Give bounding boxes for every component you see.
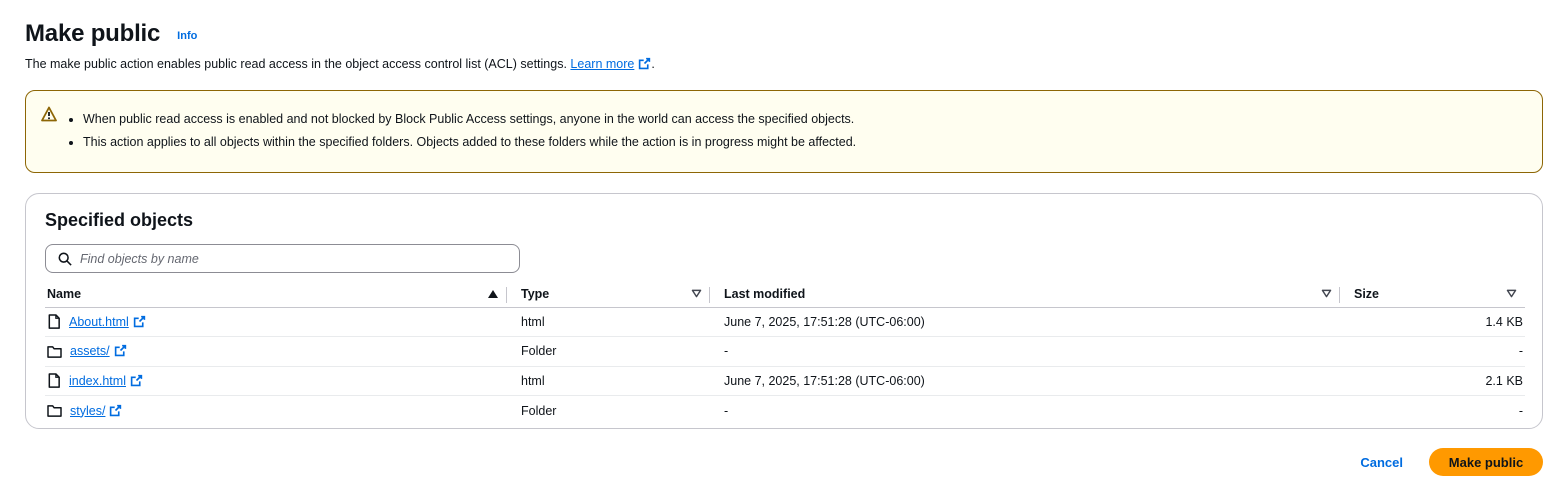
folder-icon — [47, 405, 62, 417]
description-period: . — [651, 57, 655, 71]
external-link-icon — [133, 315, 145, 327]
panel-title: Specified objects — [45, 210, 194, 230]
alert-item: This action applies to all objects withi… — [83, 135, 856, 150]
column-header-name[interactable]: Name — [45, 281, 507, 308]
page-description: The make public action enables public re… — [25, 57, 655, 71]
external-link-icon — [110, 404, 122, 416]
table-row: styles/ Folder - - — [45, 396, 1525, 426]
object-modified: June 7, 2025, 17:51:28 (UTC-06:00) — [710, 307, 1340, 337]
table-row: assets/ Folder - - — [45, 336, 1525, 367]
page-title: Make public — [25, 20, 161, 47]
object-modified: - — [724, 403, 729, 418]
object-link[interactable]: styles/ — [70, 404, 122, 418]
column-header-type[interactable]: Type — [507, 281, 710, 308]
specified-objects-panel: Specified objects Name Type — [25, 193, 1543, 429]
object-size: 1.4 KB — [1340, 307, 1525, 337]
column-label: Name — [47, 286, 82, 301]
sort-ascending-icon — [488, 289, 498, 298]
object-type: html — [507, 307, 710, 337]
object-name: assets/ — [70, 344, 110, 359]
column-label: Size — [1354, 286, 1380, 301]
external-link-icon — [114, 345, 126, 357]
object-link[interactable]: assets/ — [70, 344, 127, 358]
alert-item: When public read access is enabled and n… — [83, 112, 856, 127]
learn-more-link[interactable]: Learn more — [570, 57, 651, 71]
footer-actions: Cancel Make public — [1360, 448, 1543, 476]
table-row: About.html html June 7, 2025, 17:51:28 (… — [45, 307, 1525, 337]
object-type: Folder — [507, 336, 710, 367]
search-input[interactable] — [80, 251, 500, 266]
object-name: About.html — [69, 314, 129, 329]
search-box — [45, 244, 520, 273]
object-type: html — [507, 366, 710, 396]
object-link[interactable]: About.html — [69, 315, 146, 329]
info-link[interactable]: Info — [177, 30, 197, 42]
object-link[interactable]: index.html — [69, 374, 143, 388]
learn-more-label: Learn more — [570, 57, 635, 71]
description-text: The make public action enables public re… — [25, 57, 567, 71]
column-header-last-modified[interactable]: Last modified — [710, 281, 1340, 308]
sort-icon — [691, 289, 702, 298]
table-header-row: Name Type Last modified Size — [45, 281, 1525, 308]
objects-table: Name Type Last modified Size About.html … — [45, 281, 1525, 425]
object-name: styles/ — [70, 403, 106, 418]
sort-icon — [1321, 289, 1332, 298]
warning-icon — [41, 106, 57, 122]
file-icon — [48, 314, 60, 330]
column-label: Last modified — [724, 286, 806, 301]
folder-icon — [47, 345, 62, 358]
object-size: - — [1518, 403, 1523, 418]
object-type: Folder — [521, 403, 557, 418]
object-name: index.html — [69, 373, 126, 388]
alert-list: When public read access is enabled and n… — [83, 112, 856, 158]
sort-icon — [1506, 289, 1517, 298]
object-size: 2.1 KB — [1340, 366, 1525, 396]
external-link-icon — [639, 57, 651, 70]
file-icon — [48, 373, 60, 389]
column-label: Type — [521, 286, 550, 301]
cancel-button[interactable]: Cancel — [1360, 455, 1403, 470]
object-size: - — [1340, 336, 1525, 367]
title-row: Make public Info — [25, 20, 655, 48]
object-modified: June 7, 2025, 17:51:28 (UTC-06:00) — [710, 366, 1340, 396]
table-row: index.html html June 7, 2025, 17:51:28 (… — [45, 366, 1525, 396]
page-header: Make public Info The make public action … — [25, 20, 655, 71]
column-header-size[interactable]: Size — [1340, 281, 1525, 308]
warning-alert: When public read access is enabled and n… — [25, 90, 1543, 173]
make-public-button[interactable]: Make public — [1429, 448, 1543, 476]
external-link-icon — [130, 374, 143, 386]
object-modified: - — [710, 336, 1340, 367]
search-icon — [58, 252, 72, 266]
